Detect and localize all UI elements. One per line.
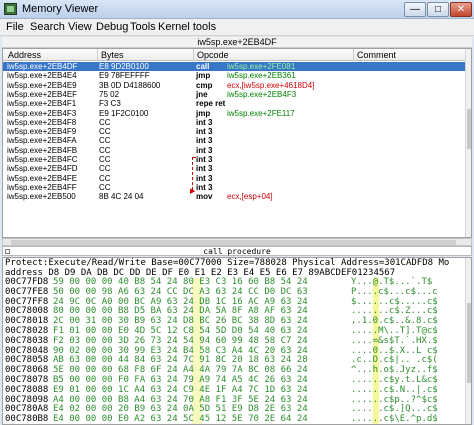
disasm-opcode: jmp — [196, 108, 211, 118]
column-comment[interactable]: Comment — [354, 49, 396, 61]
disassembler-view[interactable]: Address Bytes Opcode Comment iw5sp.exe+2… — [2, 48, 472, 238]
instruction-description: call procedure — [2, 246, 472, 256]
disasm-row[interactable]: iw5sp.exe+2EB4EF 75 02 jne iw5sp.exe+2EB4F3 — [3, 90, 465, 99]
close-button[interactable]: ✕ — [450, 2, 472, 17]
disasm-address: iw5sp.exe+2EB4E9 — [7, 80, 77, 90]
disasm-bytes: CC — [99, 155, 111, 164]
instruction-description-text: call procedure — [203, 247, 271, 256]
disasm-address: iw5sp.exe+2EB4FC — [7, 155, 78, 164]
disasm-opcode: repe ret — [196, 99, 226, 109]
disasm-row[interactable]: iw5sp.exe+2EB500 8B 4C 24 04 mov ecx,[esp+0… — [3, 192, 465, 201]
disasm-row[interactable]: iw5sp.exe+2EB4FD CC int 3 — [3, 164, 465, 173]
disasm-bytes: 75 02 — [99, 89, 120, 99]
menu-debug[interactable]: Debug — [96, 21, 128, 33]
jump-arrow-line — [192, 157, 193, 190]
app-icon — [4, 3, 17, 15]
disasm-opcode: int 3 — [196, 182, 213, 192]
disasm-address: iw5sp.exe+2EB4F9 — [7, 127, 77, 137]
menu-kernel-tools[interactable]: Kernel tools — [158, 21, 216, 33]
disasm-address: iw5sp.exe+2EB4FF — [7, 182, 77, 192]
disasm-address: iw5sp.exe+2EB4F8 — [7, 117, 77, 127]
disasm-bytes: F3 C3 — [99, 99, 121, 109]
menu-bar: File Search View Debug Tools Kernel tool… — [0, 19, 474, 36]
disasm-bytes: CC — [99, 136, 111, 146]
disasm-bytes: CC — [99, 164, 111, 174]
disasm-bytes: CC — [99, 117, 111, 127]
column-bytes[interactable]: Bytes — [98, 49, 124, 61]
disasm-operand: ecx,[iw5sp.exe+4618D4] — [227, 80, 315, 90]
disasm-opcode: mov — [196, 192, 213, 202]
disasm-bytes: CC — [99, 127, 111, 137]
hex-view[interactable]: Protect:Execute/Read/Write Base=00C77000… — [2, 257, 472, 425]
disasm-opcode: int 3 — [196, 145, 213, 155]
menu-tools[interactable]: Tools — [130, 21, 156, 33]
menu-view[interactable]: View — [68, 21, 92, 33]
maximize-button[interactable]: □ — [427, 2, 449, 17]
disasm-opcode: int 3 — [196, 127, 213, 137]
disasm-opcode: int 3 — [196, 136, 213, 146]
disasm-row[interactable]: iw5sp.exe+2EB4DF E8 9D2B0100 call iw5sp.exe… — [3, 62, 465, 72]
jump-arrow-icon: ▶ — [190, 188, 196, 195]
disasm-row[interactable]: iw5sp.exe+2EB4FE CC int 3 — [3, 174, 465, 183]
disassembler-header: Address Bytes Opcode Comment — [3, 49, 465, 61]
column-address[interactable]: Address — [5, 49, 41, 61]
column-opcode[interactable]: Opcode — [194, 49, 229, 61]
disasm-row[interactable]: iw5sp.exe+2EB4F9 CC int 3 — [3, 127, 465, 136]
region-info: Protect:Execute/Read/Write Base=00C77000… — [5, 258, 450, 268]
disasm-row[interactable]: iw5sp.exe+2EB4F3 E9 1F2C0100 jmp iw5sp.exe+… — [3, 109, 465, 118]
disasm-address: iw5sp.exe+2EB4FB — [7, 145, 78, 155]
menu-search[interactable]: Search — [30, 21, 65, 33]
disasm-bytes: E9 1F2C0100 — [99, 108, 149, 118]
disasm-bytes: CC — [99, 182, 111, 192]
disasm-address: iw5sp.exe+2EB4EF — [7, 89, 78, 99]
disasm-address: iw5sp.exe+2EB4FD — [7, 164, 78, 174]
disasm-address: iw5sp.exe+2EB500 — [7, 192, 76, 202]
disasm-operand: iw5sp.exe+2EB361 — [227, 71, 296, 81]
hex-scrollbar[interactable] — [465, 258, 471, 424]
status-icon — [5, 249, 10, 254]
disasm-row[interactable]: iw5sp.exe+2EB4F1 F3 C3 repe ret — [3, 99, 465, 108]
disasm-address: iw5sp.exe+2EB4FA — [7, 136, 77, 146]
disasm-address: iw5sp.exe+2EB4F3 — [7, 108, 77, 118]
disasm-operand: iw5sp.exe+2FE117 — [227, 108, 295, 118]
disasm-operand: iw5sp.exe+2EB4F3 — [227, 89, 297, 99]
disasm-bytes: E8 9D2B0100 — [99, 62, 149, 71]
disasm-bytes: 8B 4C 24 04 — [99, 192, 144, 202]
disasm-bytes: 3B 0D D4188600 — [99, 80, 161, 90]
horizontal-scroll-thumb[interactable] — [11, 240, 456, 245]
disasm-row[interactable]: iw5sp.exe+2EB4FC CC int 3 — [3, 155, 465, 164]
disasm-opcode: int 3 — [196, 117, 213, 127]
disasm-bytes: CC — [99, 145, 111, 155]
disasm-bytes: E9 78FEFFFF — [99, 71, 150, 81]
disasm-row[interactable]: iw5sp.exe+2EB4E9 3B 0D D4188600 cmp ecx,[iw… — [3, 81, 465, 90]
disasm-opcode: cmp — [196, 80, 213, 90]
disasm-bytes: CC — [99, 173, 111, 183]
disasm-address: iw5sp.exe+2EB4E4 — [7, 71, 77, 81]
horizontal-scrollbar[interactable] — [2, 238, 472, 246]
disasm-row[interactable]: iw5sp.exe+2EB4F8 CC int 3 — [3, 118, 465, 127]
hex-scroll-thumb[interactable] — [467, 303, 471, 383]
disasm-row[interactable]: iw5sp.exe+2EB4FB CC int 3 — [3, 146, 465, 155]
disasm-row[interactable]: iw5sp.exe+2EB4FF CC int 3 — [3, 183, 465, 192]
disasm-opcode: jmp — [196, 71, 211, 81]
disasm-operand: ecx,[esp+04] — [227, 192, 273, 202]
disasm-address: iw5sp.exe+2EB4FE — [7, 173, 78, 183]
disassembler-scroll-thumb[interactable] — [467, 109, 471, 149]
disasm-operand: iw5sp.exe+2FE081 — [227, 62, 296, 71]
disasm-opcode: jne — [196, 89, 208, 99]
disasm-row[interactable]: iw5sp.exe+2EB4E4 E9 78FEFFFF jmp iw5sp.exe+… — [3, 71, 465, 80]
disasm-address: iw5sp.exe+2EB4F1 — [7, 99, 77, 109]
disasm-opcode: call — [196, 62, 210, 71]
disasm-opcode: int 3 — [196, 164, 213, 174]
minimize-button[interactable]: — — [404, 2, 426, 17]
disasm-address: iw5sp.exe+2EB4DF — [7, 62, 78, 71]
title-bar: Memory Viewer — □ ✕ — [0, 0, 474, 19]
disasm-opcode: int 3 — [196, 155, 213, 164]
menu-file[interactable]: File — [6, 21, 24, 33]
current-address-label: iw5sp.exe+2EB4DF — [2, 37, 472, 48]
disassembler-scrollbar[interactable] — [465, 49, 471, 237]
disasm-opcode: int 3 — [196, 173, 213, 183]
window-title: Memory Viewer — [22, 3, 99, 15]
disasm-row[interactable]: iw5sp.exe+2EB4FA CC int 3 — [3, 136, 465, 145]
